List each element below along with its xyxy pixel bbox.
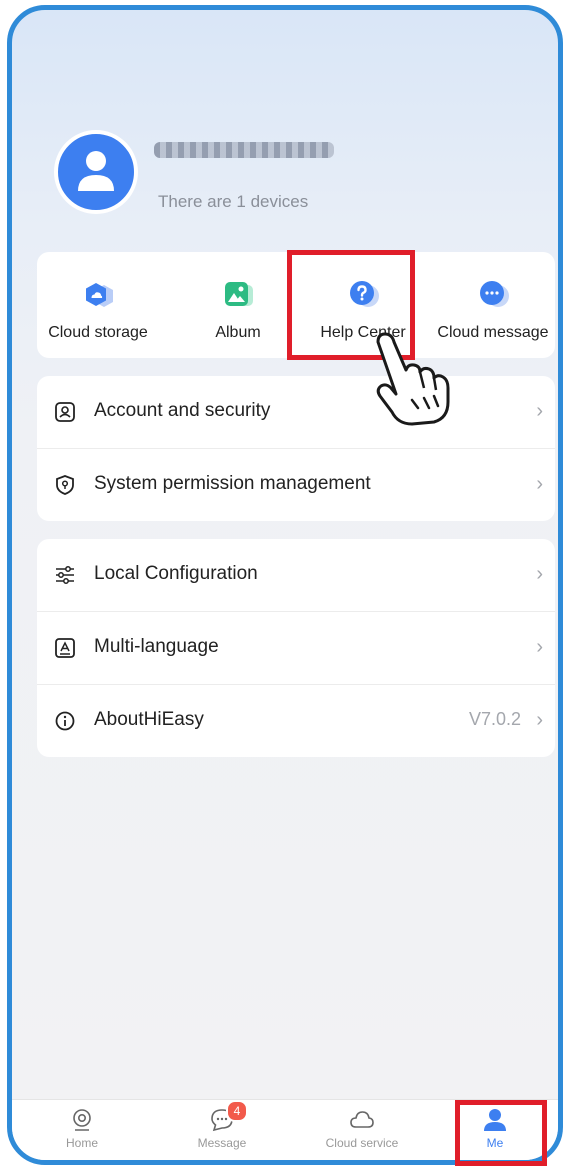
shield-icon: [56, 475, 74, 495]
cloud-storage-icon: [86, 283, 113, 307]
album-label: Album: [215, 324, 261, 341]
local-configuration-row[interactable]: Local Configuration ›: [37, 539, 555, 612]
album-icon: [225, 282, 253, 306]
account-security-label: Account and security: [94, 400, 271, 421]
avatar[interactable]: [54, 130, 138, 214]
camera-icon: [73, 1109, 91, 1131]
about-row[interactable]: AboutHiEasy V7.0.2 ›: [37, 685, 555, 757]
highlight-box-me-tab: [455, 1100, 547, 1166]
language-icon: [55, 638, 75, 658]
multi-language-label: Multi-language: [94, 636, 219, 657]
cloud-storage-button[interactable]: Cloud storage: [37, 252, 159, 358]
sliders-icon: [56, 566, 74, 584]
chevron-right-icon: ›: [536, 400, 543, 422]
local-configuration-label: Local Configuration: [94, 563, 258, 584]
cloud-storage-label: Cloud storage: [48, 324, 148, 341]
chevron-right-icon: ›: [536, 473, 543, 495]
chevron-right-icon: ›: [536, 709, 543, 731]
username-redacted: [154, 142, 334, 158]
settings-card-account: Account and security › System permission…: [37, 376, 555, 521]
person-icon: [78, 151, 114, 191]
profile-header[interactable]: There are 1 devices: [54, 130, 494, 220]
unread-badge: 4: [226, 1100, 248, 1122]
chevron-right-icon: ›: [536, 563, 543, 585]
album-button[interactable]: Album: [177, 252, 299, 358]
cloud-icon: [350, 1111, 374, 1128]
about-label: AboutHiEasy: [94, 709, 204, 730]
tab-home-label: Home: [65, 1136, 98, 1150]
account-security-row[interactable]: Account and security ›: [37, 376, 555, 449]
multi-language-row[interactable]: Multi-language ›: [37, 612, 555, 685]
tab-home[interactable]: Home: [12, 1100, 152, 1160]
system-permission-row[interactable]: System permission management ›: [37, 449, 555, 521]
chevron-right-icon: ›: [536, 636, 543, 658]
tab-message[interactable]: 4 Message: [152, 1100, 292, 1160]
message-icon-wrap: 4: [210, 1100, 248, 1132]
account-icon: [55, 402, 75, 422]
tab-message-label: Message: [197, 1136, 247, 1150]
tab-cloud-service[interactable]: Cloud service: [292, 1100, 432, 1160]
version-value: V7.0.2: [468, 709, 521, 729]
system-permission-label: System permission management: [94, 473, 371, 494]
phone-screen: There are 1 devices Cloud storage Album: [7, 5, 563, 1165]
pointing-hand-icon: [376, 332, 450, 426]
chat-icon: [480, 281, 509, 307]
device-count: There are 1 devices: [158, 192, 309, 211]
tab-cloud-service-label: Cloud service: [325, 1136, 399, 1150]
info-icon: [55, 711, 75, 731]
settings-card-general: Local Configuration › Multi-language › A…: [37, 539, 555, 757]
